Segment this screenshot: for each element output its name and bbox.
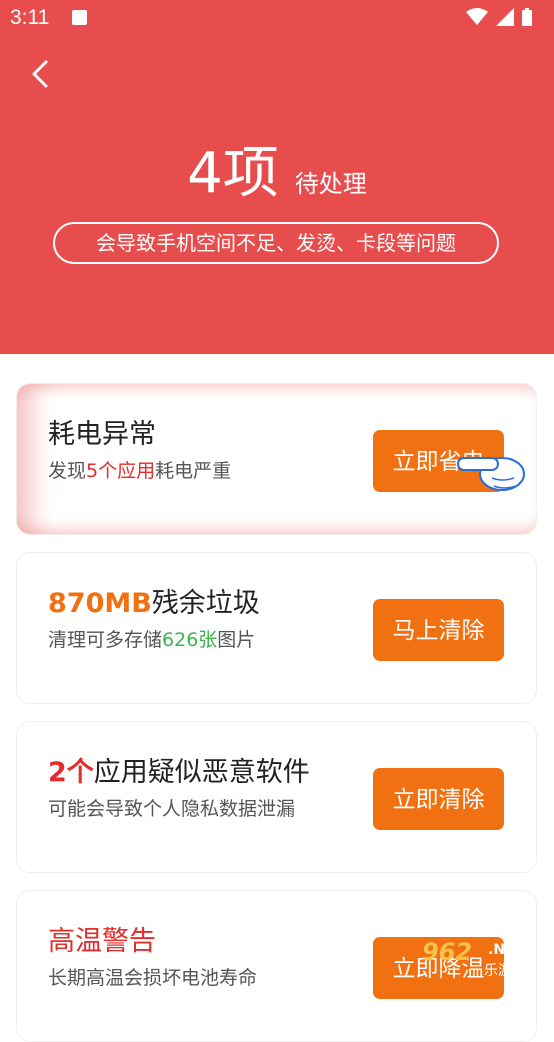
wifi-icon (466, 8, 488, 25)
card-junk-files: 870MB残余垃圾 清理可多存储626张图片 马上清除 (16, 552, 537, 704)
clean-now-button[interactable]: 马上清除 (373, 599, 504, 661)
status-icons (466, 8, 532, 26)
battery-icon (522, 8, 532, 26)
card-title: 高温警告 (48, 926, 156, 957)
warning-pill: 会导致手机空间不足、发烫、卡段等问题 (53, 222, 499, 264)
status-bar: 3:11 (0, 0, 554, 38)
watermark-logo: 962 .NET 乐游网 (422, 938, 526, 979)
card-title: 870MB残余垃圾 (48, 588, 260, 619)
pending-summary: 4项 待处理 (0, 128, 554, 209)
header-panel: 3:11 4项 待处理 会导致手机空间不足、发烫、卡段等问题 (0, 0, 554, 354)
card-description: 清理可多存储626张图片 (48, 629, 256, 651)
pointing-hand-icon (457, 457, 525, 491)
notification-app-icon (72, 10, 87, 25)
pending-label: 待处理 (294, 170, 367, 198)
status-time: 3:11 (10, 6, 50, 29)
clear-malware-button[interactable]: 立即清除 (373, 768, 504, 830)
card-malware: 2个应用疑似恶意软件 可能会导致个人隐私数据泄漏 立即清除 (16, 721, 537, 873)
card-description: 发现5个应用耗电严重 (48, 460, 232, 482)
card-description: 可能会导致个人隐私数据泄漏 (48, 798, 296, 820)
pending-count: 4项 (187, 141, 279, 206)
back-arrow-icon[interactable] (26, 56, 58, 92)
signal-icon (496, 8, 514, 26)
card-description: 长期高温会损坏电池寿命 (48, 967, 258, 989)
card-title: 2个应用疑似恶意软件 (48, 757, 310, 788)
card-title: 耗电异常 (48, 419, 156, 450)
